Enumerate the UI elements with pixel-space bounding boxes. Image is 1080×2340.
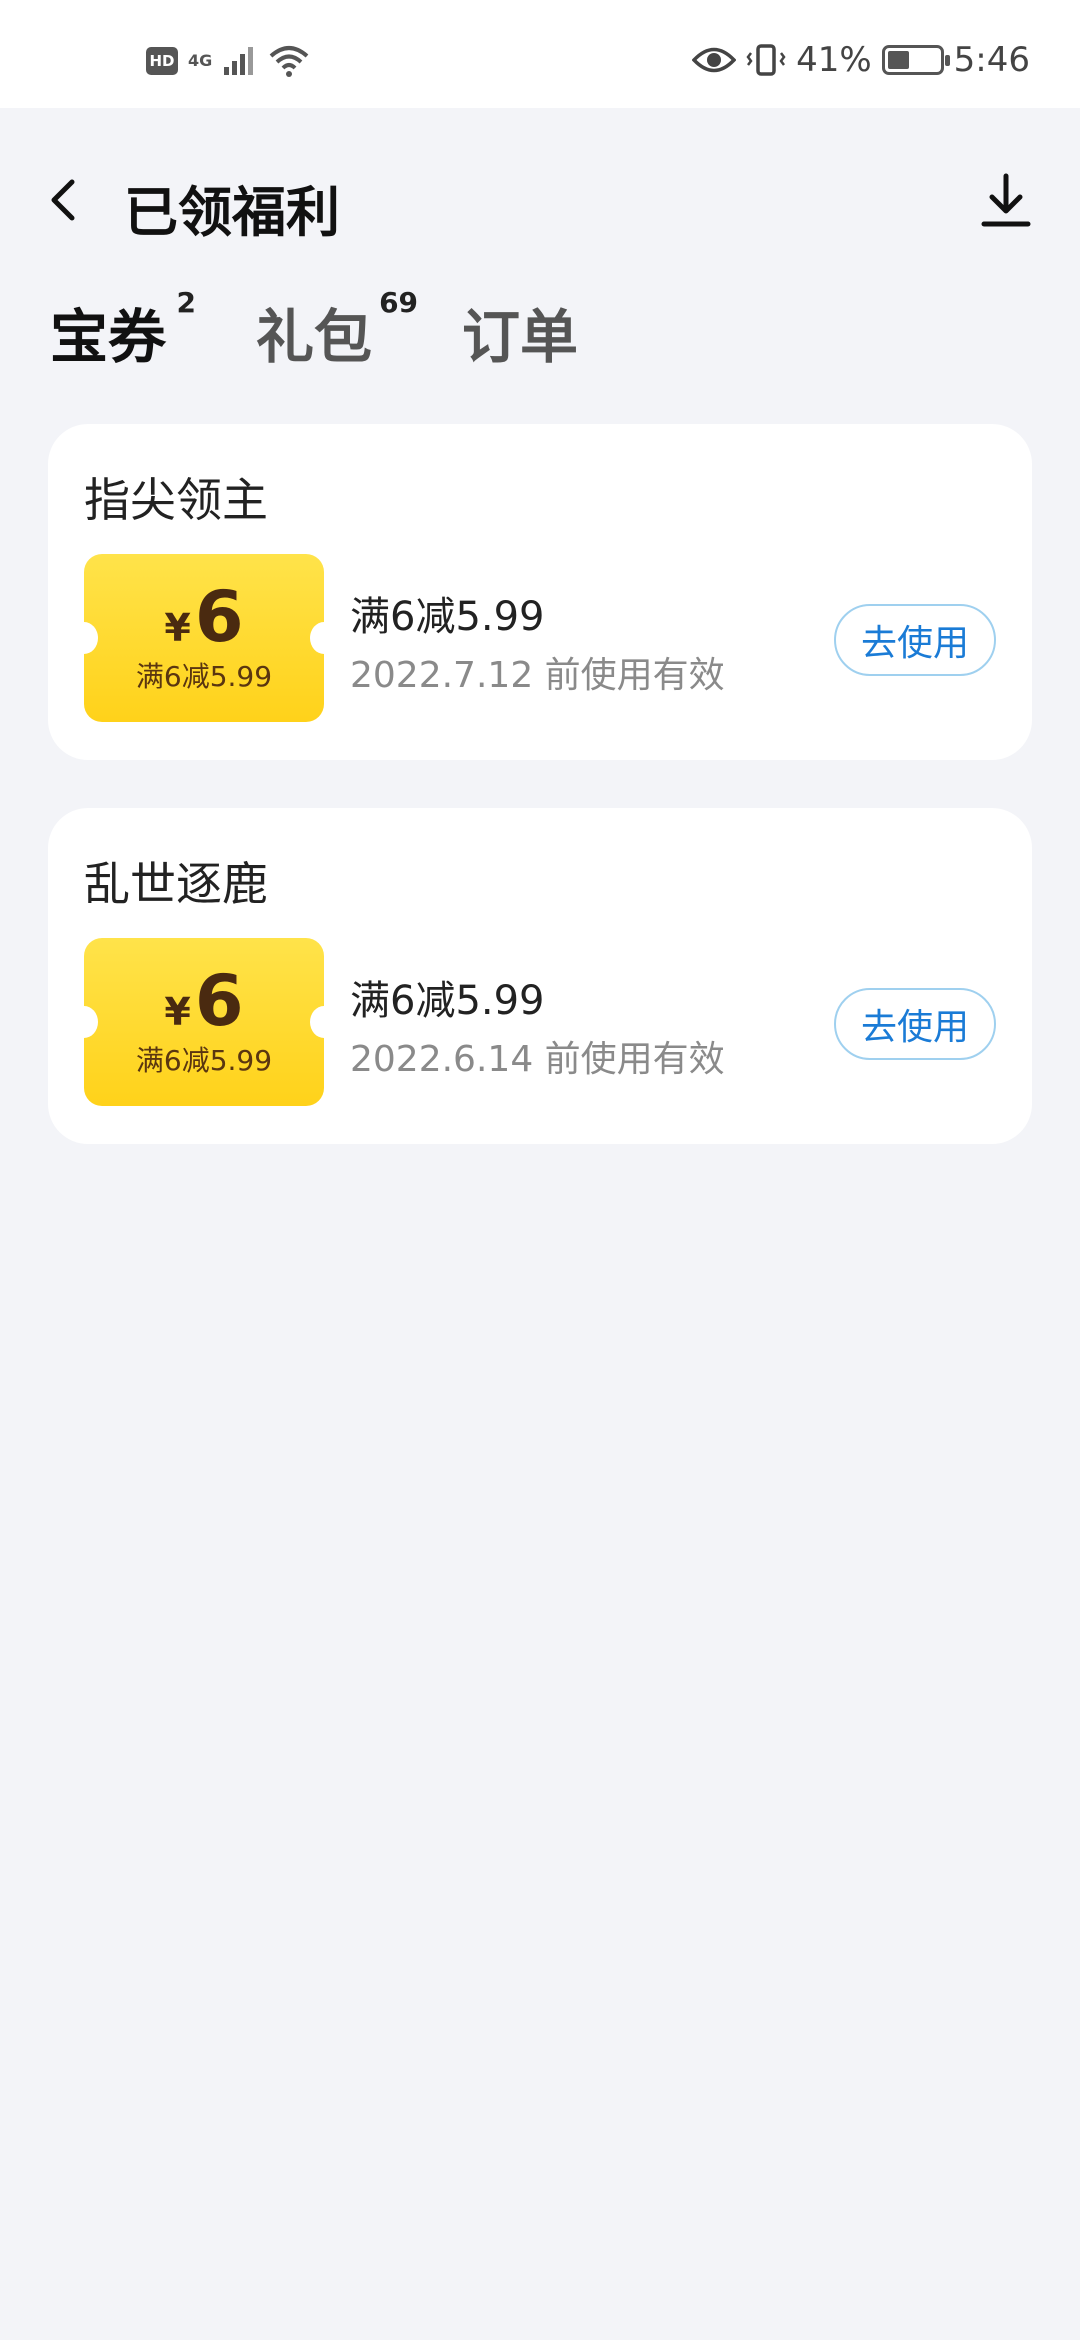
download-button[interactable] [976, 170, 1036, 232]
battery-percent: 41% [796, 40, 872, 80]
back-arrow-icon [51, 179, 75, 221]
tab-count: 2 [176, 286, 197, 319]
currency-symbol: ¥ [164, 606, 191, 650]
tab-bar: 宝券 2 礼包 69 订单 [50, 286, 668, 374]
back-button[interactable] [40, 168, 88, 232]
hd-badge: HD [146, 47, 178, 75]
use-coupon-button[interactable]: 去使用 [834, 604, 996, 676]
eye-icon [692, 47, 737, 73]
status-right: 41% 5:46 [692, 40, 1030, 80]
tab-label: 礼包 [256, 303, 373, 371]
coupon-expiry: 2022.7.12 前使用有效 [350, 655, 725, 696]
coupon-expiry: 2022.6.14 前使用有效 [350, 1039, 725, 1080]
page-title: 已领福利 [124, 181, 340, 244]
coupon-badge: ¥ 6 满6减5.99 [70, 938, 338, 1106]
coupon-card: 乱世逐鹿 ¥ 6 满6减5.99 满6减5.99 2022.6.14 前使用有效… [48, 808, 1032, 1144]
coupon-badge: ¥ 6 满6减5.99 [70, 554, 338, 722]
coupon-condition: 满6减5.99 [350, 594, 545, 640]
coupon-badge-condition: 满6减5.99 [135, 660, 273, 693]
vibrate-icon [746, 44, 786, 76]
coupon-value: 6 [194, 960, 244, 1042]
use-coupon-button[interactable]: 去使用 [834, 988, 996, 1060]
currency-symbol: ¥ [164, 990, 191, 1034]
wifi-icon [269, 46, 309, 77]
coupon-card: 指尖领主 ¥ 6 满6减5.99 满6减5.99 2022.7.12 前使用有效… [48, 424, 1032, 760]
game-name: 乱世逐鹿 [84, 857, 268, 911]
download-icon [981, 173, 1031, 227]
coupon-badge-condition: 满6减5.99 [135, 1044, 273, 1077]
network-type: 4G [188, 51, 213, 70]
tab-label: 宝券 [50, 303, 167, 371]
coupon-value: 6 [194, 576, 244, 658]
status-left: HD 4G [146, 44, 310, 78]
tab-coupons[interactable]: 宝券 2 [50, 286, 196, 374]
tab-gift-packs[interactable]: 礼包 69 [256, 286, 418, 374]
battery-icon [881, 45, 950, 75]
signal-icon [224, 47, 254, 75]
tab-orders[interactable]: 订单 [462, 290, 578, 374]
tab-label: 订单 [462, 303, 579, 371]
battery-level [887, 51, 909, 69]
status-bar: HD 4G 41% 5:46 [0, 0, 1080, 108]
coupon-amount: ¥ 6 [164, 965, 243, 1037]
header: 已领福利 [0, 108, 1080, 288]
tab-count: 69 [379, 286, 419, 319]
clock: 5:46 [953, 40, 1030, 80]
coupon-condition: 满6减5.99 [350, 978, 545, 1024]
coupon-amount: ¥ 6 [164, 581, 243, 653]
game-name: 指尖领主 [84, 473, 268, 527]
